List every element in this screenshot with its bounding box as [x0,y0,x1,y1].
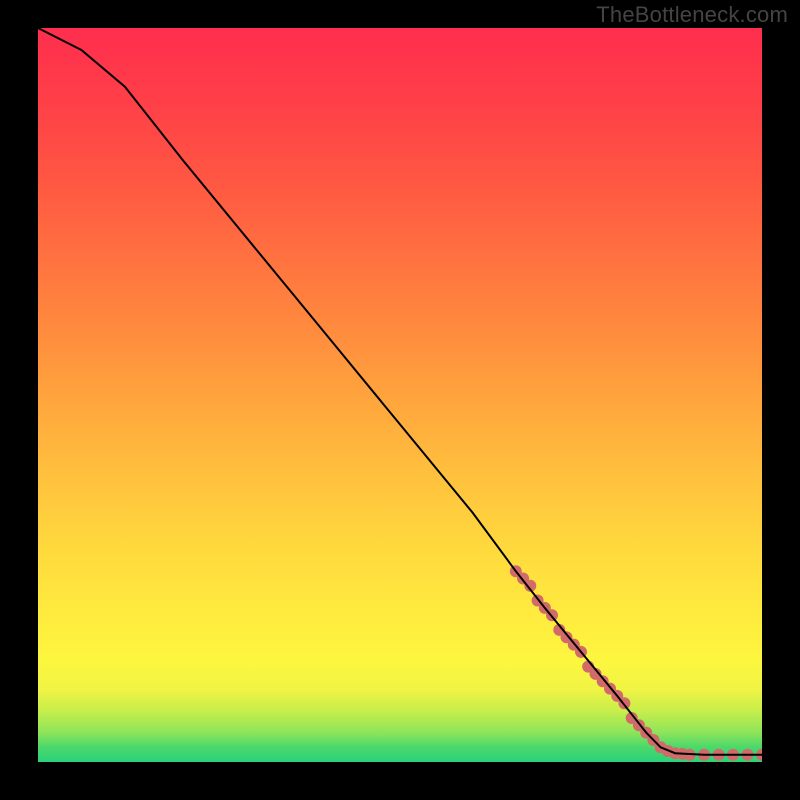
marker-group [510,565,762,761]
chart-frame: TheBottleneck.com [0,0,800,800]
watermark-text: TheBottleneck.com [596,2,788,28]
curve-line [38,28,762,755]
chart-svg [38,28,762,762]
plot-area [38,28,762,762]
